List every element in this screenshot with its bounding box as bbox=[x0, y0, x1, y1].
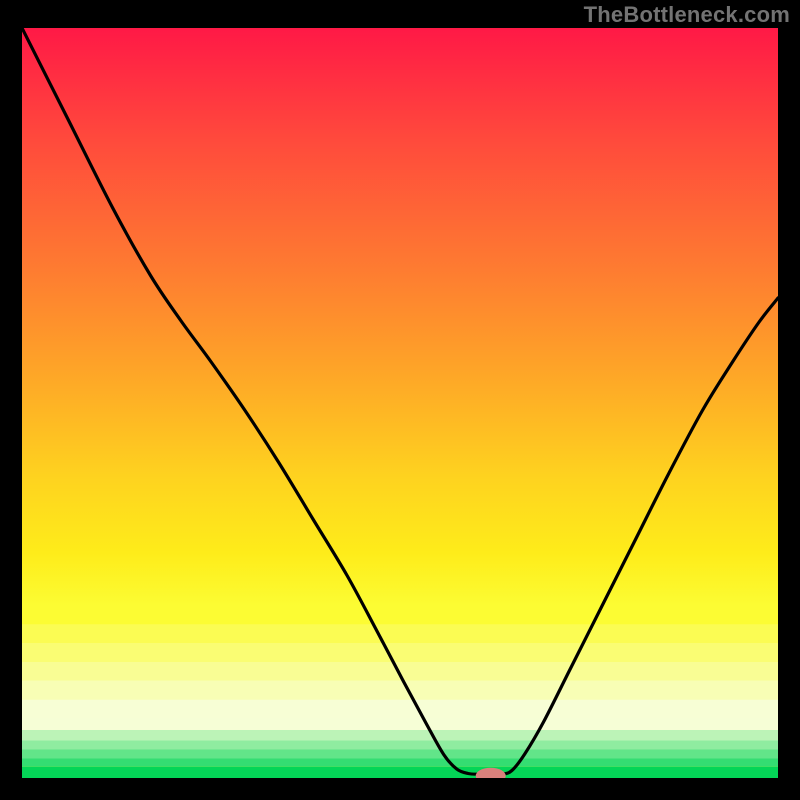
watermark-text: TheBottleneck.com bbox=[584, 2, 790, 28]
band bbox=[22, 741, 778, 750]
chart-container: { "watermark": "TheBottleneck.com", "plo… bbox=[0, 0, 800, 800]
band bbox=[22, 718, 778, 730]
band bbox=[22, 624, 778, 643]
gradient-bands bbox=[22, 606, 778, 779]
band bbox=[22, 681, 778, 700]
band bbox=[22, 643, 778, 662]
band bbox=[22, 759, 778, 767]
band bbox=[22, 730, 778, 741]
band bbox=[22, 750, 778, 759]
band bbox=[22, 699, 778, 718]
band bbox=[22, 606, 778, 625]
plot-area bbox=[22, 28, 778, 784]
band bbox=[22, 767, 778, 778]
bottleneck-chart bbox=[0, 0, 800, 800]
